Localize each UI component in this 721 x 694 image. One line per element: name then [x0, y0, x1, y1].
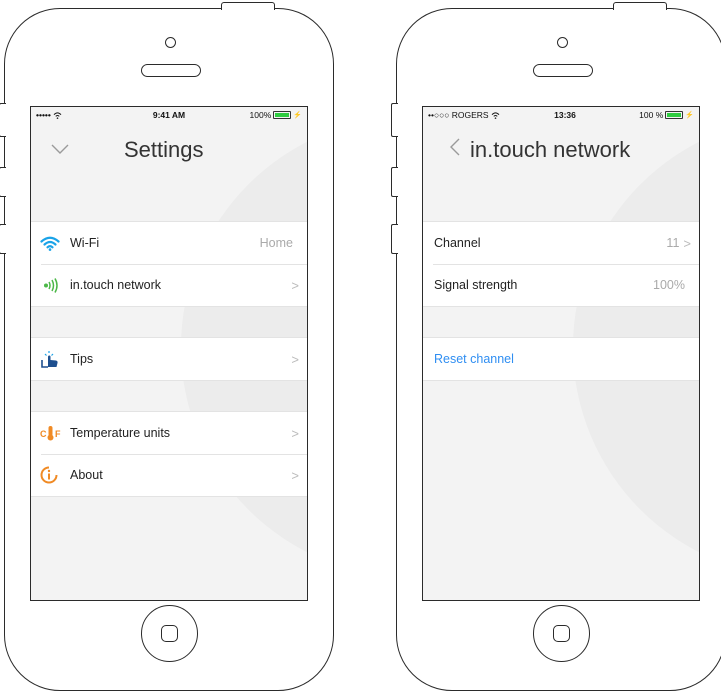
battery-icon [665, 111, 684, 119]
mute-switch [0, 103, 6, 137]
nav-bar: in.touch network [423, 123, 699, 171]
chevron-right-icon: > [291, 351, 299, 367]
temperature-units-label: Temperature units [70, 426, 171, 440]
settings-row-wifi[interactable]: Wi-Fi Home [31, 222, 307, 264]
volume-down-button [391, 224, 398, 254]
network-info-group: Channel 11 > Signal strength 100% [423, 221, 699, 307]
chevron-right-icon: > [291, 467, 299, 483]
settings-screen: ••••• 9:41 AM 100% ⚡ Settings Wi-Fi Home… [30, 106, 308, 601]
in-touch-network-label: in.touch network [70, 278, 162, 292]
reset-channel-label: Reset channel [434, 352, 514, 366]
earpiece-speaker [141, 64, 201, 77]
charging-icon: ⚡ [685, 112, 694, 119]
svg-text:C: C [40, 429, 47, 439]
settings-row-temperature-units[interactable]: C F Temperature units > [31, 412, 307, 454]
front-camera [165, 37, 176, 48]
left-phone: ••••• 9:41 AM 100% ⚡ Settings Wi-Fi Home… [0, 2, 334, 691]
home-square-icon [553, 625, 570, 642]
signal-waves-icon [40, 277, 70, 293]
signal-strength-value: 100% [653, 278, 685, 292]
page-title: in.touch network [470, 137, 631, 162]
network-screen: ••○○○ ROGERS 13:36 100 % ⚡ in.touch netw… [422, 106, 700, 601]
hand-touch-icon [40, 350, 70, 368]
signal-strength-label: Signal strength [434, 278, 518, 292]
chevron-right-icon: > [291, 425, 299, 441]
back-chevron-icon[interactable] [449, 138, 460, 156]
earpiece-speaker [533, 64, 593, 77]
info-icon [40, 466, 70, 484]
status-bar: ••••• 9:41 AM 100% ⚡ [31, 107, 307, 123]
settings-group-tips: Tips > [31, 337, 307, 381]
volume-down-button [0, 224, 6, 254]
battery-percent: 100% [249, 110, 272, 120]
chevron-down-icon[interactable] [51, 144, 69, 154]
channel-value: 11 [666, 236, 680, 250]
nav-bar: Settings [31, 123, 307, 171]
channel-row[interactable]: Channel 11 > [423, 222, 699, 264]
right-phone: ••○○○ ROGERS 13:36 100 % ⚡ in.touch netw… [391, 2, 721, 691]
channel-label: Channel [434, 236, 481, 250]
front-camera [557, 37, 568, 48]
tips-label: Tips [70, 352, 94, 366]
thermometer-cf-icon: C F [40, 425, 70, 441]
chevron-right-icon: > [291, 277, 299, 293]
wifi-icon [40, 236, 70, 251]
status-bar: ••○○○ ROGERS 13:36 100 % ⚡ [423, 107, 699, 123]
reset-group: Reset channel [423, 337, 699, 381]
status-battery: 100% ⚡ [250, 110, 302, 120]
home-square-icon [161, 625, 178, 642]
home-button[interactable] [141, 605, 198, 662]
battery-icon [273, 111, 292, 119]
wifi-value: Home [259, 236, 293, 250]
status-battery: 100 % ⚡ [639, 110, 694, 120]
signal-strength-row: Signal strength 100% [423, 264, 699, 306]
settings-group-general: C F Temperature units > About > [31, 411, 307, 497]
wifi-label: Wi-Fi [70, 236, 100, 250]
charging-icon: ⚡ [293, 112, 302, 119]
page-title: Settings [124, 137, 204, 162]
chevron-right-icon: > [683, 235, 691, 251]
settings-row-tips[interactable]: Tips > [31, 338, 307, 380]
svg-text:F: F [55, 429, 61, 439]
volume-up-button [391, 167, 398, 197]
battery-percent: 100 % [639, 110, 664, 120]
home-button[interactable] [533, 605, 590, 662]
mute-switch [391, 103, 398, 137]
settings-group-network: Wi-Fi Home in.touch network > [31, 221, 307, 307]
about-label: About [70, 468, 103, 482]
settings-row-in-touch-network[interactable]: in.touch network > [31, 264, 307, 306]
reset-channel-button[interactable]: Reset channel [423, 338, 699, 380]
power-button [613, 2, 667, 10]
settings-row-about[interactable]: About > [31, 454, 307, 496]
volume-up-button [0, 167, 6, 197]
power-button [221, 2, 275, 10]
